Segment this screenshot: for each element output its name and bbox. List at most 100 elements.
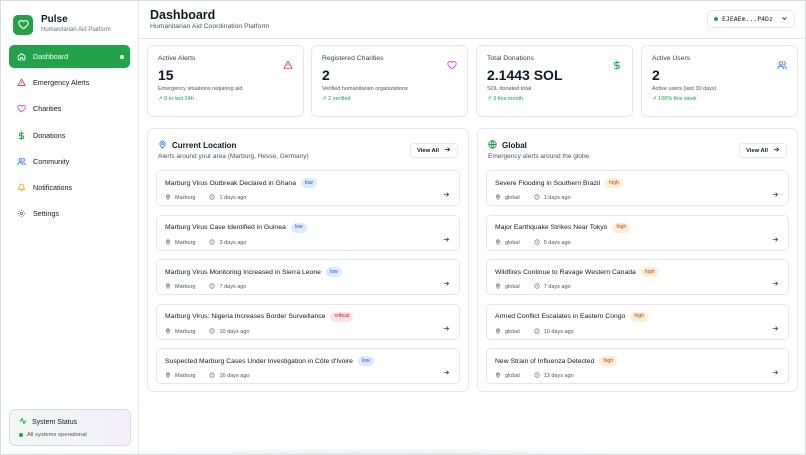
severity-badge: high bbox=[605, 178, 623, 188]
heart-logo-icon bbox=[13, 14, 33, 35]
stat-description: Active users (last 30 days) bbox=[652, 86, 717, 92]
sidebar-item-emergency-alerts[interactable]: Emergency Alerts bbox=[9, 71, 130, 94]
wallet-button[interactable]: EJEAEm...P4Dz bbox=[707, 10, 795, 28]
clock-icon bbox=[534, 194, 540, 202]
alert-title: Marburg Virus Outbreak Declared in Ghana bbox=[165, 179, 296, 187]
map-pin-icon bbox=[495, 283, 501, 291]
clock-icon bbox=[209, 194, 216, 202]
alert-card[interactable]: Major Earthquake Strikes Near Tokyo high g… bbox=[486, 214, 789, 251]
view-all-button[interactable]: View All bbox=[739, 143, 787, 158]
alert-time: 1 days ago bbox=[543, 195, 571, 201]
alert-time: 10 days ago bbox=[543, 328, 574, 335]
arrow-right-icon bbox=[443, 274, 450, 286]
sidebar-item-donations[interactable]: Donations bbox=[9, 124, 130, 147]
stat-value: 15 bbox=[158, 67, 174, 83]
stat-card-active-users: Active Users 2 Active users (last 30 day… bbox=[641, 45, 798, 117]
sidebar-item-notifications[interactable]: Notifications bbox=[9, 176, 130, 199]
stat-description: Emergency situations requiring aid bbox=[158, 86, 243, 92]
dollar-icon bbox=[17, 130, 26, 140]
alert-title: New Strain of Influenza Detected bbox=[495, 357, 595, 365]
arrow-right-icon bbox=[773, 146, 780, 155]
sidebar-item-label: Community bbox=[33, 156, 70, 166]
globe-icon bbox=[488, 140, 497, 151]
sidebar-item-charities[interactable]: Charities bbox=[9, 97, 130, 120]
alert-time: 13 days ago bbox=[543, 373, 574, 379]
alert-card[interactable]: Severe Flooding in Southern Brazil high gl… bbox=[486, 170, 789, 206]
stat-value: 2 bbox=[322, 67, 330, 83]
arrow-right-icon bbox=[443, 363, 450, 375]
sidebar-item-label: Notifications bbox=[33, 182, 73, 192]
severity-badge: low bbox=[300, 178, 317, 188]
alert-card[interactable]: Marburg Virus Monitoring Increased in Si… bbox=[156, 259, 460, 295]
clock-icon bbox=[534, 372, 540, 380]
arrow-right-icon bbox=[444, 146, 451, 155]
clock-icon bbox=[534, 238, 540, 247]
alert-card[interactable]: Armed Conflict Escalates in Eastern Cong… bbox=[486, 303, 789, 340]
clock-icon bbox=[534, 327, 540, 336]
brand-name: Pulse bbox=[41, 14, 68, 25]
sidebar-item-dashboard[interactable]: Dashboard bbox=[9, 45, 130, 68]
alert-card[interactable]: Suspected Marburg Cases Under Investigat… bbox=[156, 348, 460, 384]
wallet-address: EJEAEm...P4Dz bbox=[722, 15, 773, 23]
alert-card[interactable]: New Strain of Influenza Detected high glob… bbox=[486, 348, 789, 384]
view-all-button[interactable]: View All bbox=[410, 143, 458, 158]
stat-trend: ↗ 3 this month bbox=[487, 96, 524, 102]
map-pin-icon bbox=[165, 194, 171, 202]
arrow-right-icon bbox=[443, 230, 450, 242]
system-status-title: System Status bbox=[32, 418, 78, 426]
active-indicator bbox=[120, 55, 124, 59]
alert-card[interactable]: Marburg Virus Outbreak Declared in Ghana… bbox=[156, 170, 460, 206]
alert-location: global bbox=[505, 373, 520, 379]
map-pin-icon bbox=[165, 372, 171, 380]
sidebar-item-settings[interactable]: Settings bbox=[9, 202, 130, 225]
arrow-right-icon bbox=[772, 274, 779, 286]
users-icon bbox=[777, 57, 787, 70]
panel-title: Global bbox=[502, 141, 527, 150]
map-pin-icon bbox=[495, 239, 501, 247]
alert-location: Marburg bbox=[175, 373, 196, 379]
arrow-right-icon bbox=[772, 185, 779, 197]
current-location-panel: Current Location Alerts around your area… bbox=[147, 128, 469, 392]
stat-trend: ↗ 0 in last 24h bbox=[158, 96, 194, 102]
brand[interactable]: Pulse Humanitarian Aid Platform bbox=[1, 1, 138, 39]
severity-badge: low bbox=[357, 356, 374, 366]
map-pin-icon bbox=[495, 372, 501, 380]
stat-value: 2.1443 SOL bbox=[487, 67, 563, 83]
alert-triangle-icon bbox=[283, 57, 293, 69]
clock-icon bbox=[209, 327, 216, 336]
activity-icon bbox=[19, 417, 27, 427]
view-all-label: View All bbox=[417, 147, 439, 154]
panel-subtitle: Emergency alerts around the globe bbox=[488, 153, 590, 160]
alert-time: 7 days ago bbox=[219, 284, 247, 290]
stat-title: Active Users bbox=[652, 55, 691, 62]
severity-badge: high bbox=[630, 311, 649, 322]
stat-description: Verified humanitarian organizations bbox=[322, 86, 408, 92]
sidebar-item-community[interactable]: Community bbox=[9, 150, 130, 173]
map-pin-icon bbox=[158, 140, 167, 151]
view-all-label: View All bbox=[746, 147, 768, 154]
arrow-right-icon bbox=[772, 230, 779, 242]
map-pin-icon bbox=[495, 194, 501, 202]
page-title: Dashboard bbox=[150, 8, 216, 22]
stat-title: Total Donations bbox=[487, 55, 534, 62]
alert-card[interactable]: Marburg Virus: Nigeria Increases Border … bbox=[156, 303, 460, 340]
alert-time: 1 days ago bbox=[219, 195, 247, 201]
heart-icon bbox=[17, 104, 26, 113]
alert-title: Marburg Virus Case Identified in Guinea bbox=[165, 224, 286, 231]
sidebar-item-label: Dashboard bbox=[33, 52, 69, 61]
alert-triangle-icon bbox=[17, 78, 26, 87]
stat-title: Registered Charities bbox=[322, 55, 384, 62]
alert-title: Armed Conflict Escalates in Eastern Cong… bbox=[495, 313, 626, 320]
alert-location: global bbox=[505, 195, 520, 201]
status-dot-icon bbox=[19, 433, 23, 437]
clock-icon bbox=[534, 283, 540, 291]
sidebar-item-label: Emergency Alerts bbox=[33, 78, 90, 88]
app-window: Pulse Humanitarian Aid Platform Dashboar… bbox=[0, 0, 806, 455]
alert-time: 5 days ago bbox=[543, 239, 571, 246]
dollar-icon bbox=[612, 57, 622, 70]
alert-card[interactable]: Wildfires Continue to Ravage Western Can… bbox=[486, 259, 789, 295]
severity-badge: low bbox=[290, 222, 307, 233]
wallet-connected-dot-icon bbox=[714, 17, 718, 21]
chevron-down-icon bbox=[781, 15, 788, 24]
alert-card[interactable]: Marburg Virus Case Identified in Guinea l… bbox=[156, 214, 460, 251]
